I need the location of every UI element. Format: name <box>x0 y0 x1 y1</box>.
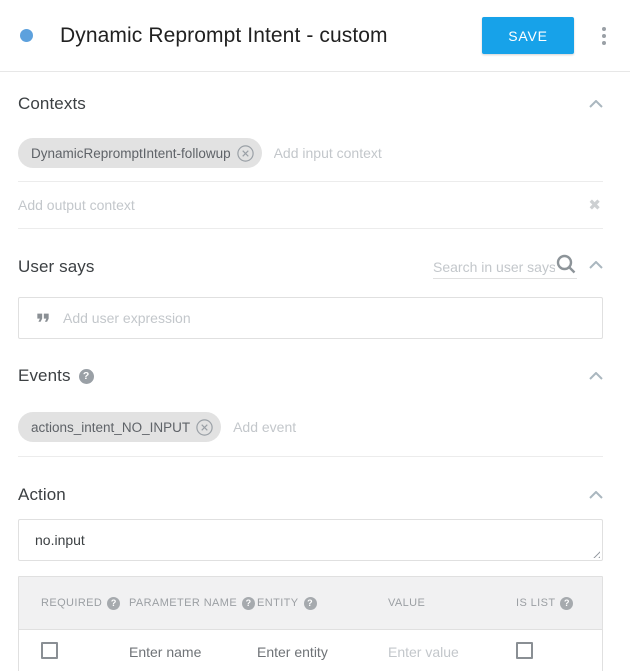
user-says-search <box>433 253 577 279</box>
remove-event-icon[interactable] <box>196 419 213 436</box>
user-says-collapse-chevron-icon[interactable] <box>589 253 603 269</box>
contexts-heading: Contexts <box>18 94 86 114</box>
user-says-section-header: User says <box>18 253 603 287</box>
add-output-context-field[interactable] <box>18 197 588 213</box>
required-checkbox[interactable] <box>41 642 58 659</box>
events-row: actions_intent_NO_INPUT <box>18 412 603 442</box>
action-collapse-chevron-icon[interactable] <box>589 491 603 499</box>
column-header-is-list: IS LIST ? <box>516 597 580 610</box>
required-help-icon[interactable]: ? <box>107 597 120 610</box>
save-button[interactable]: SAVE <box>482 17 574 54</box>
events-heading: Events <box>18 366 71 386</box>
quote-icon <box>33 308 53 328</box>
entity-help-icon[interactable]: ? <box>304 597 317 610</box>
remove-context-icon[interactable] <box>237 145 254 162</box>
column-header-required: REQUIRED ? <box>41 597 129 610</box>
search-icon[interactable] <box>555 253 577 275</box>
event-chip-label: actions_intent_NO_INPUT <box>31 420 190 435</box>
entity-field[interactable] <box>257 644 381 660</box>
page-title: Dynamic Reprompt Intent - custom <box>60 24 482 48</box>
parameter-row <box>19 630 602 671</box>
events-section-header: Events ? <box>18 365 603 387</box>
intent-form: Contexts DynamicRepromptIntent-followup … <box>0 94 630 671</box>
events-collapse-chevron-icon[interactable] <box>589 372 603 380</box>
column-header-value: VALUE <box>388 597 516 609</box>
is-list-checkbox[interactable] <box>516 642 533 659</box>
user-expression-box <box>18 297 603 339</box>
input-context-chip: DynamicRepromptIntent-followup <box>18 138 262 168</box>
action-input-box: no.input <box>18 519 603 561</box>
contexts-collapse-chevron-icon[interactable] <box>589 100 603 108</box>
parameter-name-help-icon[interactable]: ? <box>242 597 255 610</box>
output-contexts-row: ✖ <box>18 182 603 228</box>
intent-editor: Dynamic Reprompt Intent - custom SAVE Co… <box>0 0 630 671</box>
intent-header: Dynamic Reprompt Intent - custom SAVE <box>0 0 630 72</box>
user-says-heading: User says <box>18 253 94 277</box>
clear-output-context-icon[interactable]: ✖ <box>588 198 601 213</box>
event-chip: actions_intent_NO_INPUT <box>18 412 221 442</box>
input-contexts-row: DynamicRepromptIntent-followup <box>18 138 603 168</box>
action-name-field[interactable]: no.input <box>18 519 603 561</box>
action-section-header: Action <box>18 484 603 506</box>
events-help-icon[interactable]: ? <box>79 369 94 384</box>
parameters-table-header: REQUIRED ? PARAMETER NAME ? ENTITY ? VAL… <box>19 577 602 630</box>
more-options-icon[interactable] <box>596 23 612 49</box>
is-list-help-icon[interactable]: ? <box>560 597 573 610</box>
input-context-chip-label: DynamicRepromptIntent-followup <box>31 146 231 161</box>
action-heading: Action <box>18 485 66 505</box>
divider <box>18 456 603 457</box>
column-header-parameter-name: PARAMETER NAME ? <box>129 597 257 610</box>
parameter-name-field[interactable] <box>129 644 251 660</box>
contexts-section-header: Contexts <box>18 94 603 114</box>
column-header-entity: ENTITY ? <box>257 597 388 610</box>
add-input-context-field[interactable] <box>274 145 603 161</box>
value-field[interactable] <box>388 644 510 660</box>
divider <box>18 228 603 229</box>
add-event-field[interactable] <box>233 419 603 435</box>
search-user-says-input[interactable] <box>433 259 555 275</box>
parameters-table: REQUIRED ? PARAMETER NAME ? ENTITY ? VAL… <box>18 576 603 671</box>
add-user-expression-field[interactable] <box>63 310 588 326</box>
intent-status-dot <box>20 29 33 42</box>
